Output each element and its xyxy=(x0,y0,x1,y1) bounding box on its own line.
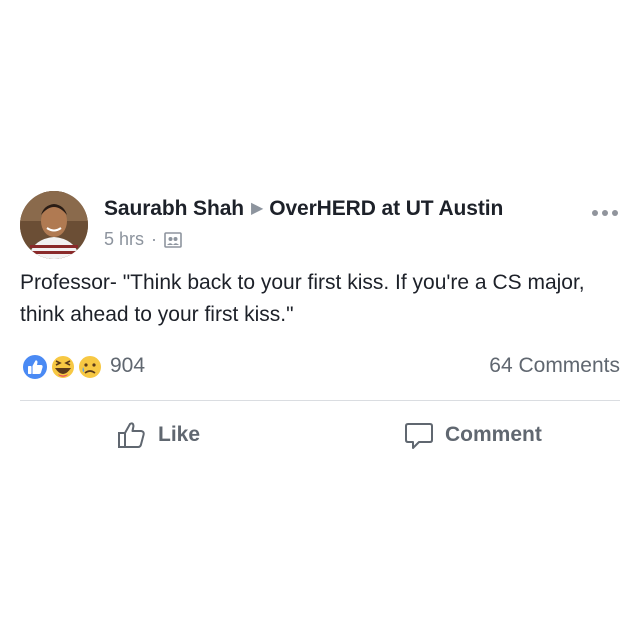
comment-label: Comment xyxy=(445,423,542,446)
page: Saurabh Shah ▶ OverHERD at UT Austin 5 hrs… xyxy=(0,0,640,640)
divider xyxy=(20,400,620,401)
comment-icon xyxy=(405,423,433,449)
feed-post: Saurabh Shah ▶ OverHERD at UT Austin 5 hrs… xyxy=(0,185,640,449)
like-icon xyxy=(21,353,49,381)
author-name[interactable]: Saurabh Shah xyxy=(104,197,244,220)
reaction-count[interactable]: 904 xyxy=(110,354,145,378)
reaction-icons[interactable] xyxy=(20,352,110,382)
like-button[interactable]: Like xyxy=(116,417,200,453)
author-line: Saurabh Shah ▶ OverHERD at UT Austin xyxy=(104,197,503,221)
sad-icon xyxy=(77,354,103,380)
group-name[interactable]: OverHERD at UT Austin xyxy=(269,197,503,220)
author-avatar[interactable] xyxy=(20,191,88,259)
post-meta: 5 hrs · xyxy=(104,229,182,250)
thumbs-up-icon xyxy=(118,422,145,448)
post-time[interactable]: 5 hrs xyxy=(104,229,144,250)
comment-button[interactable]: Comment xyxy=(403,417,542,453)
group-icon xyxy=(164,231,182,249)
comment-count[interactable]: 64 Comments xyxy=(489,354,620,378)
haha-icon xyxy=(50,354,76,380)
more-options-icon[interactable] xyxy=(591,205,619,216)
meta-separator: · xyxy=(151,229,158,249)
post-header: Saurabh Shah ▶ OverHERD at UT Austin 5 hrs… xyxy=(0,185,640,260)
avatar-photo xyxy=(20,191,88,259)
post-text: Professor- "Think back to your first kis… xyxy=(20,271,585,326)
arrow-right-icon: ▶ xyxy=(251,200,264,217)
reactions-bar[interactable]: 904 64 Comments xyxy=(20,350,620,382)
like-label: Like xyxy=(158,423,201,446)
post-actions: Like Comment xyxy=(0,417,640,453)
